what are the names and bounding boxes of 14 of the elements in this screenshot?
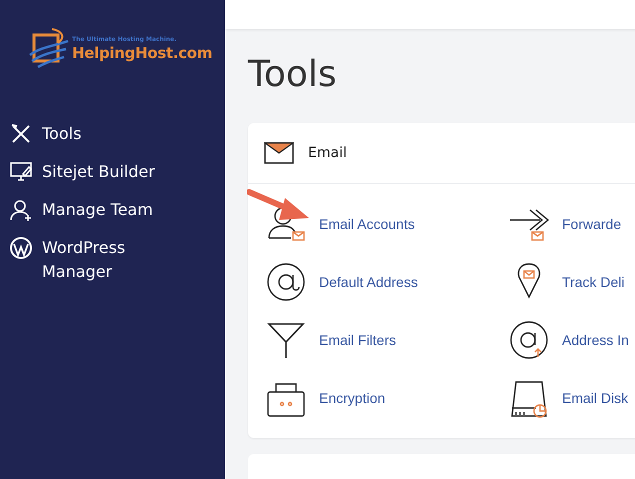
logo-wordmark: HelpingHost.com	[72, 44, 212, 62]
sidebar-item[interactable]: Sitejet Builder	[8, 160, 158, 184]
sidebar-item[interactable]: Manage Team	[8, 198, 158, 222]
tool-link[interactable]: Default Address	[265, 262, 418, 302]
tool-link[interactable]: Track Deli	[508, 262, 624, 302]
tool-link[interactable]: Encryption	[265, 378, 386, 418]
page-title: Tools	[248, 52, 338, 97]
tool-link[interactable]: Forwarde	[508, 204, 622, 244]
sidebar-item[interactable]: WordPress Manager	[8, 236, 158, 284]
section-title: Email	[308, 144, 347, 161]
tool-link[interactable]: Email Filters	[265, 320, 396, 360]
tool-link[interactable]: Address In	[508, 320, 629, 360]
tool-link[interactable]: Email Disk	[508, 378, 628, 418]
sidebar-item[interactable]: Tools	[8, 122, 158, 146]
